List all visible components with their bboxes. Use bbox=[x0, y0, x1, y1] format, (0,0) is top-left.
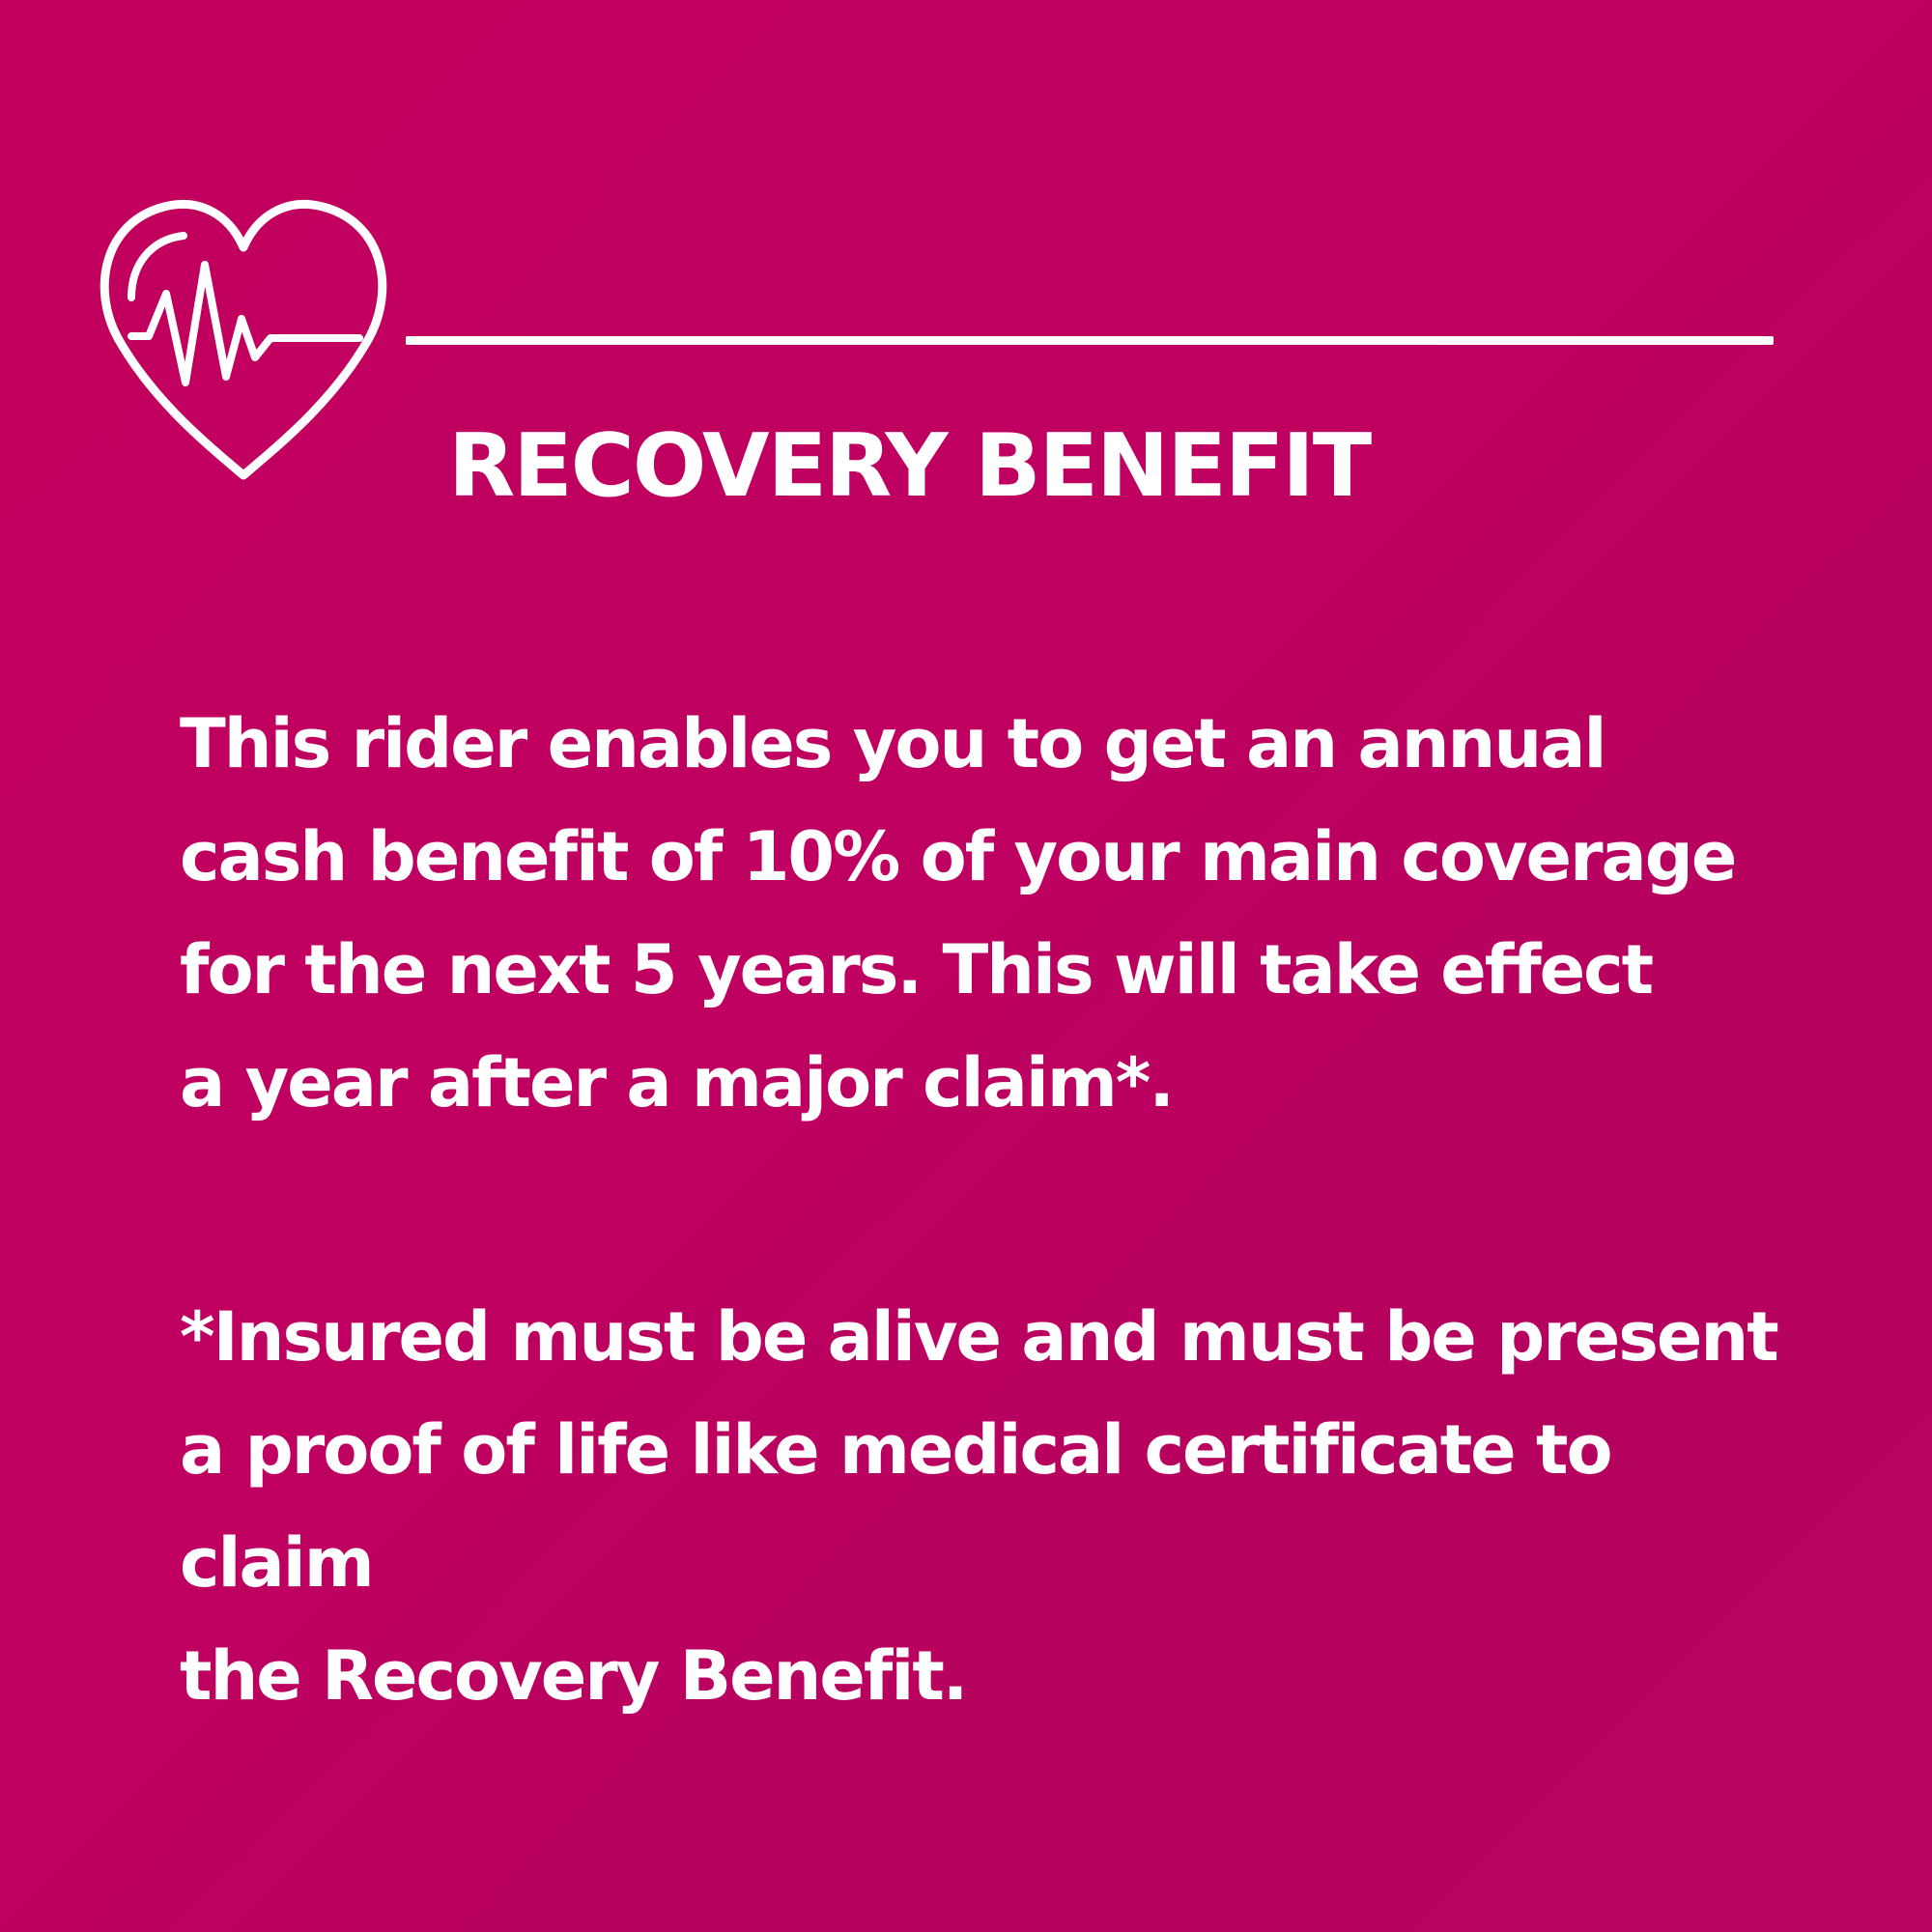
recovery-benefit-card: RECOVERY BENEFIT This rider enables you … bbox=[0, 0, 1932, 1932]
benefit-footnote: *Insured must be alive and must be prese… bbox=[180, 1297, 1779, 1716]
benefit-description: This rider enables you to get an annual … bbox=[180, 704, 1737, 1122]
title-divider-line bbox=[406, 336, 1774, 345]
heart-pulse-icon bbox=[99, 199, 387, 480]
card-title: RECOVERY BENEFIT bbox=[448, 415, 1372, 517]
